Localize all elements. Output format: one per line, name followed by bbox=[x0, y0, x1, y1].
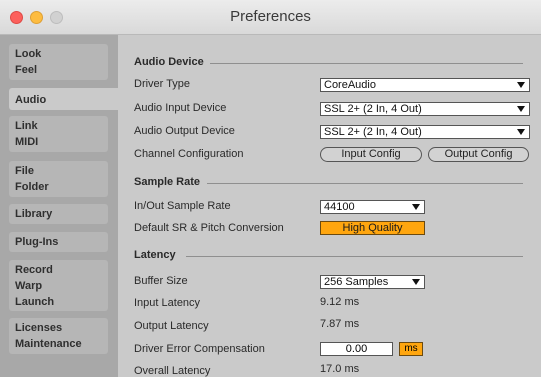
sample-rate-value: 44100 bbox=[324, 201, 355, 213]
tab-licenses-maintenance[interactable]: Licenses Maintenance bbox=[9, 318, 108, 354]
tab-label: Licenses bbox=[15, 322, 63, 334]
output-latency-label: Output Latency bbox=[134, 320, 209, 332]
driver-error-compensation-input[interactable]: 0.00 bbox=[320, 342, 393, 356]
channel-configuration-label: Channel Configuration bbox=[134, 148, 244, 160]
tab-label: Audio bbox=[15, 94, 47, 106]
tab-look-feel[interactable]: Look Feel bbox=[9, 44, 108, 80]
tab-plug-ins[interactable]: Plug-Ins bbox=[9, 232, 108, 252]
tab-label: Link bbox=[15, 120, 38, 132]
driver-type-dropdown[interactable]: CoreAudio bbox=[320, 78, 530, 92]
window-title: Preferences bbox=[230, 8, 311, 25]
in-out-sample-rate-label: In/Out Sample Rate bbox=[134, 200, 231, 212]
title-bar: Preferences bbox=[0, 0, 541, 35]
tab-label: Look bbox=[15, 48, 42, 60]
section-divider bbox=[186, 256, 523, 257]
tab-label: File bbox=[15, 165, 34, 177]
tab-label: Plug-Ins bbox=[15, 236, 59, 248]
tab-label: Launch bbox=[15, 296, 55, 308]
input-latency-value: 9.12 ms bbox=[320, 296, 360, 308]
driver-type-value: CoreAudio bbox=[324, 79, 376, 91]
driver-type-label: Driver Type bbox=[134, 78, 191, 90]
tab-file-folder[interactable]: File Folder bbox=[9, 161, 108, 197]
tab-label: Record bbox=[15, 264, 53, 276]
section-heading-sample-rate: Sample Rate bbox=[134, 176, 201, 188]
buffer-size-dropdown[interactable]: 256 Samples bbox=[320, 275, 425, 289]
chevron-down-icon bbox=[517, 106, 525, 112]
audio-output-device-label: Audio Output Device bbox=[134, 125, 235, 137]
tab-label: Warp bbox=[15, 280, 43, 292]
sample-rate-dropdown[interactable]: 44100 bbox=[320, 200, 425, 214]
sr-pitch-conversion-label: Default SR & Pitch Conversion bbox=[134, 222, 284, 234]
input-config-button[interactable]: Input Config bbox=[320, 147, 422, 162]
driver-error-compensation-label: Driver Error Compensation bbox=[134, 343, 265, 355]
chevron-down-icon bbox=[517, 82, 525, 88]
section-divider bbox=[210, 63, 523, 64]
tab-record-warp-launch[interactable]: Record Warp Launch bbox=[9, 260, 108, 311]
input-latency-label: Input Latency bbox=[134, 297, 201, 309]
audio-output-device-value: SSL 2+ (2 In, 4 Out) bbox=[324, 126, 422, 138]
tab-label: Maintenance bbox=[15, 338, 82, 350]
output-latency-value: 7.87 ms bbox=[320, 318, 360, 330]
audio-input-device-value: SSL 2+ (2 In, 4 Out) bbox=[324, 103, 422, 115]
overall-latency-value: 17.0 ms bbox=[320, 363, 360, 375]
tab-label: MIDI bbox=[15, 136, 39, 148]
tab-library[interactable]: Library bbox=[9, 204, 108, 224]
section-heading-audio-device: Audio Device bbox=[134, 56, 204, 68]
buffer-size-value: 256 Samples bbox=[324, 276, 389, 288]
tab-label: Library bbox=[15, 208, 53, 220]
audio-input-device-label: Audio Input Device bbox=[134, 102, 227, 114]
preferences-window: Preferences Look Feel Audio Link MIDI Fi… bbox=[0, 0, 541, 377]
section-heading-latency: Latency bbox=[134, 249, 176, 261]
chevron-down-icon bbox=[412, 279, 420, 285]
output-config-button[interactable]: Output Config bbox=[428, 147, 529, 162]
chevron-down-icon bbox=[517, 129, 525, 135]
section-divider bbox=[207, 183, 523, 184]
audio-preferences-panel: Audio Device Driver Type CoreAudio Audio… bbox=[118, 35, 541, 377]
preferences-sidebar: Look Feel Audio Link MIDI File Folder Li… bbox=[0, 35, 119, 377]
audio-output-device-dropdown[interactable]: SSL 2+ (2 In, 4 Out) bbox=[320, 125, 530, 139]
tab-label: Folder bbox=[15, 181, 49, 193]
overall-latency-label: Overall Latency bbox=[134, 365, 211, 377]
tab-audio[interactable]: Audio bbox=[9, 88, 119, 110]
tab-label: Feel bbox=[15, 64, 38, 76]
driver-error-unit-toggle[interactable]: ms bbox=[399, 342, 423, 356]
high-quality-toggle[interactable]: High Quality bbox=[320, 221, 425, 235]
audio-input-device-dropdown[interactable]: SSL 2+ (2 In, 4 Out) bbox=[320, 102, 530, 116]
chevron-down-icon bbox=[412, 204, 420, 210]
tab-link-midi[interactable]: Link MIDI bbox=[9, 116, 108, 152]
buffer-size-label: Buffer Size bbox=[134, 275, 188, 287]
